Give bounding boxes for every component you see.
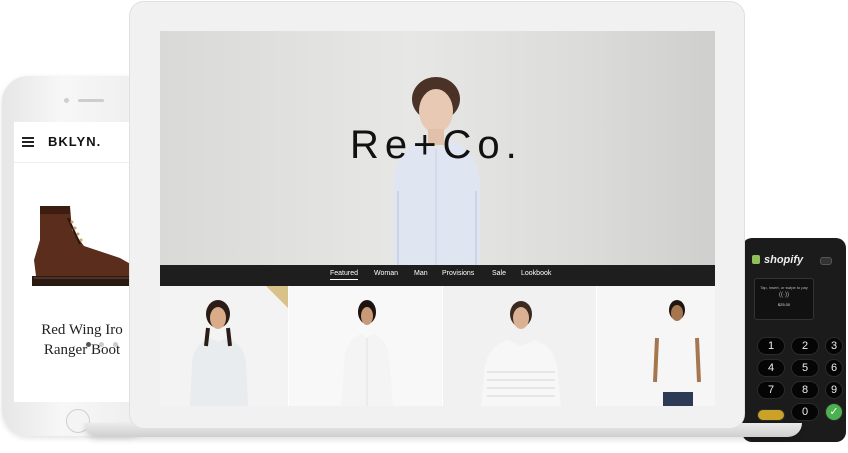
product-tile[interactable] [597, 286, 715, 406]
phone-screen: BKLYN. [14, 122, 132, 402]
reader-brand-text: shopify [764, 254, 804, 266]
key-9[interactable]: 9 [826, 382, 842, 398]
product-model-image [653, 300, 701, 406]
key-0[interactable]: 0 [792, 404, 818, 420]
product-model-image [190, 300, 248, 406]
key-6[interactable]: 6 [826, 360, 842, 376]
key-4[interactable]: 4 [758, 360, 784, 376]
contactless-icon: ((·)) [779, 292, 789, 298]
nav-item-provisions[interactable]: Provisions [442, 270, 474, 277]
store-logo[interactable]: Re+Co. [350, 123, 523, 168]
shopify-bag-icon [752, 255, 760, 264]
product-tile[interactable] [289, 286, 442, 406]
laptop-device: Re+Co. Featured Woman Man Provisions Sal… [130, 2, 744, 428]
key-3[interactable]: 3 [826, 338, 842, 354]
key-2[interactable]: 2 [792, 338, 818, 354]
boot-product-image[interactable] [22, 200, 132, 296]
hamburger-menu-icon[interactable] [22, 137, 34, 147]
reader-prompt: Tap, insert, or swipe to pay [760, 285, 808, 290]
reader-brand: shopify [752, 254, 803, 266]
cancel-key[interactable] [758, 410, 784, 420]
key-7[interactable]: 7 [758, 382, 784, 398]
main-nav: Featured Woman Man Provisions Sale Lookb… [160, 265, 715, 286]
product-model-image [341, 300, 393, 406]
nav-item-lookbook[interactable]: Lookbook [521, 270, 551, 277]
reader-indicator-light [820, 257, 832, 265]
product-tile[interactable] [160, 286, 288, 406]
hero-banner[interactable]: Re+Co. [160, 31, 715, 265]
nav-item-featured[interactable]: Featured [330, 270, 359, 280]
key-1[interactable]: 1 [758, 338, 784, 354]
reader-amount: $25.00 [777, 302, 791, 307]
nav-item-woman[interactable]: Woman [374, 270, 398, 277]
nav-item-sale[interactable]: Sale [492, 270, 506, 277]
sale-badge [266, 286, 288, 308]
phone-speaker [78, 99, 104, 102]
laptop-screen: Re+Co. Featured Woman Man Provisions Sal… [160, 31, 715, 406]
phone-store-logo[interactable]: BKLYN. [48, 134, 101, 149]
product-model-image [481, 301, 561, 406]
product-tile[interactable] [443, 286, 596, 406]
product-grid [160, 286, 715, 406]
confirm-check-icon[interactable]: ✓ [826, 404, 842, 420]
reader-screen: Tap, insert, or swipe to pay ((·)) $25.0… [754, 278, 814, 320]
hero-model-image [394, 77, 480, 265]
card-reader-device: shopify Tap, insert, or swipe to pay ((·… [742, 238, 846, 442]
nav-item-man[interactable]: Man [414, 270, 428, 277]
key-8[interactable]: 8 [792, 382, 818, 398]
phone-camera [64, 98, 69, 103]
key-5[interactable]: 5 [792, 360, 818, 376]
phone-header: BKLYN. [14, 122, 132, 163]
